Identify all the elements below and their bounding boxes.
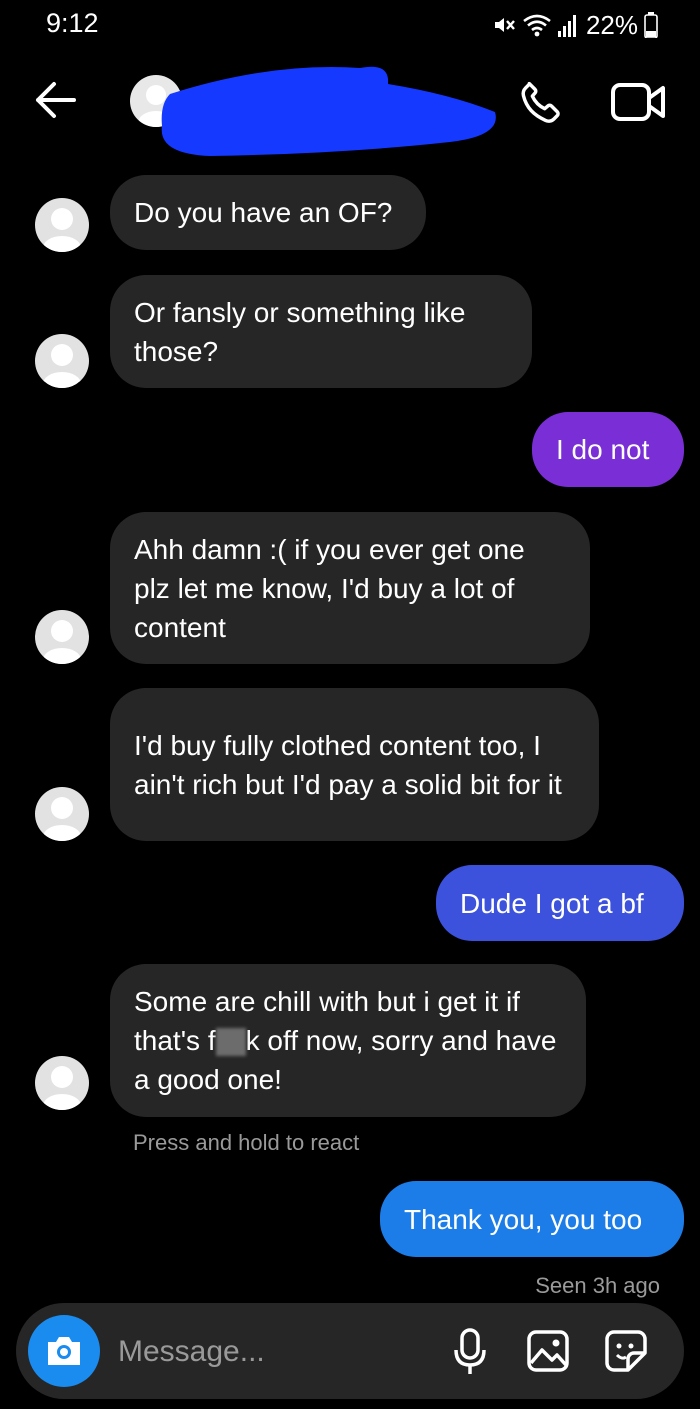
message-text: I'd buy fully clothed content too, I ain… (134, 729, 562, 800)
sender-avatar[interactable] (35, 1056, 89, 1110)
censor-blur (215, 1028, 246, 1056)
message-text: Thank you, you too (404, 1203, 643, 1235)
camera-button[interactable] (28, 1315, 100, 1387)
message-composer (16, 1303, 684, 1399)
battery-percent: 22% (585, 9, 638, 40)
microphone-icon[interactable] (452, 1327, 488, 1377)
sender-avatar[interactable] (35, 610, 89, 664)
sender-avatar[interactable] (35, 334, 89, 388)
message-input[interactable] (116, 1327, 430, 1377)
message-text: Do you have an OF? (134, 197, 393, 228)
message-text: Or fansly or something like those? (134, 296, 466, 367)
seen-status: Seen 3h ago (535, 1273, 660, 1298)
back-arrow-icon[interactable] (28, 72, 82, 128)
chat-header (0, 50, 700, 160)
signal-icon (557, 15, 576, 37)
wifi-icon (523, 14, 551, 37)
status-bar: 9:12 22% (0, 0, 700, 50)
video-camera-icon[interactable] (610, 80, 666, 124)
message-bubble-incoming[interactable]: Do you have an OF? (110, 175, 426, 250)
message-bubble-outgoing[interactable]: I do not (532, 412, 684, 487)
message-text: Some are chill with but i get it if that… (134, 982, 562, 1099)
message-bubble-outgoing[interactable]: Dude I got a bf (436, 865, 684, 941)
phone-icon[interactable] (515, 76, 567, 128)
message-bubble-incoming[interactable]: Some are chill with but i get it if that… (110, 964, 586, 1117)
redaction-scribble (161, 66, 496, 156)
gallery-icon[interactable] (526, 1329, 570, 1373)
status-icons: 22% (492, 8, 658, 42)
message-text: Ahh damn :( if you ever get one plz let … (134, 533, 525, 643)
message-bubble-incoming[interactable]: Ahh damn :( if you ever get one plz let … (110, 512, 590, 664)
message-text: Dude I got a bf (460, 887, 644, 919)
sender-avatar[interactable] (35, 198, 89, 252)
message-bubble-incoming[interactable]: Or fansly or something like those? (110, 275, 532, 388)
message-bubble-outgoing[interactable]: Thank you, you too (380, 1181, 684, 1257)
message-text: I do not (556, 434, 650, 465)
mute-icon (494, 18, 515, 32)
sender-avatar[interactable] (35, 787, 89, 841)
sticker-icon[interactable] (604, 1329, 648, 1373)
message-thread[interactable]: Do you have an OF? Or fansly or somethin… (0, 160, 700, 1300)
status-time: 9:12 (46, 8, 99, 38)
message-bubble-incoming[interactable]: I'd buy fully clothed content too, I ain… (110, 688, 599, 841)
camera-icon (48, 1337, 80, 1365)
battery-icon (644, 12, 658, 38)
react-hint: Press and hold to react (133, 1130, 360, 1155)
